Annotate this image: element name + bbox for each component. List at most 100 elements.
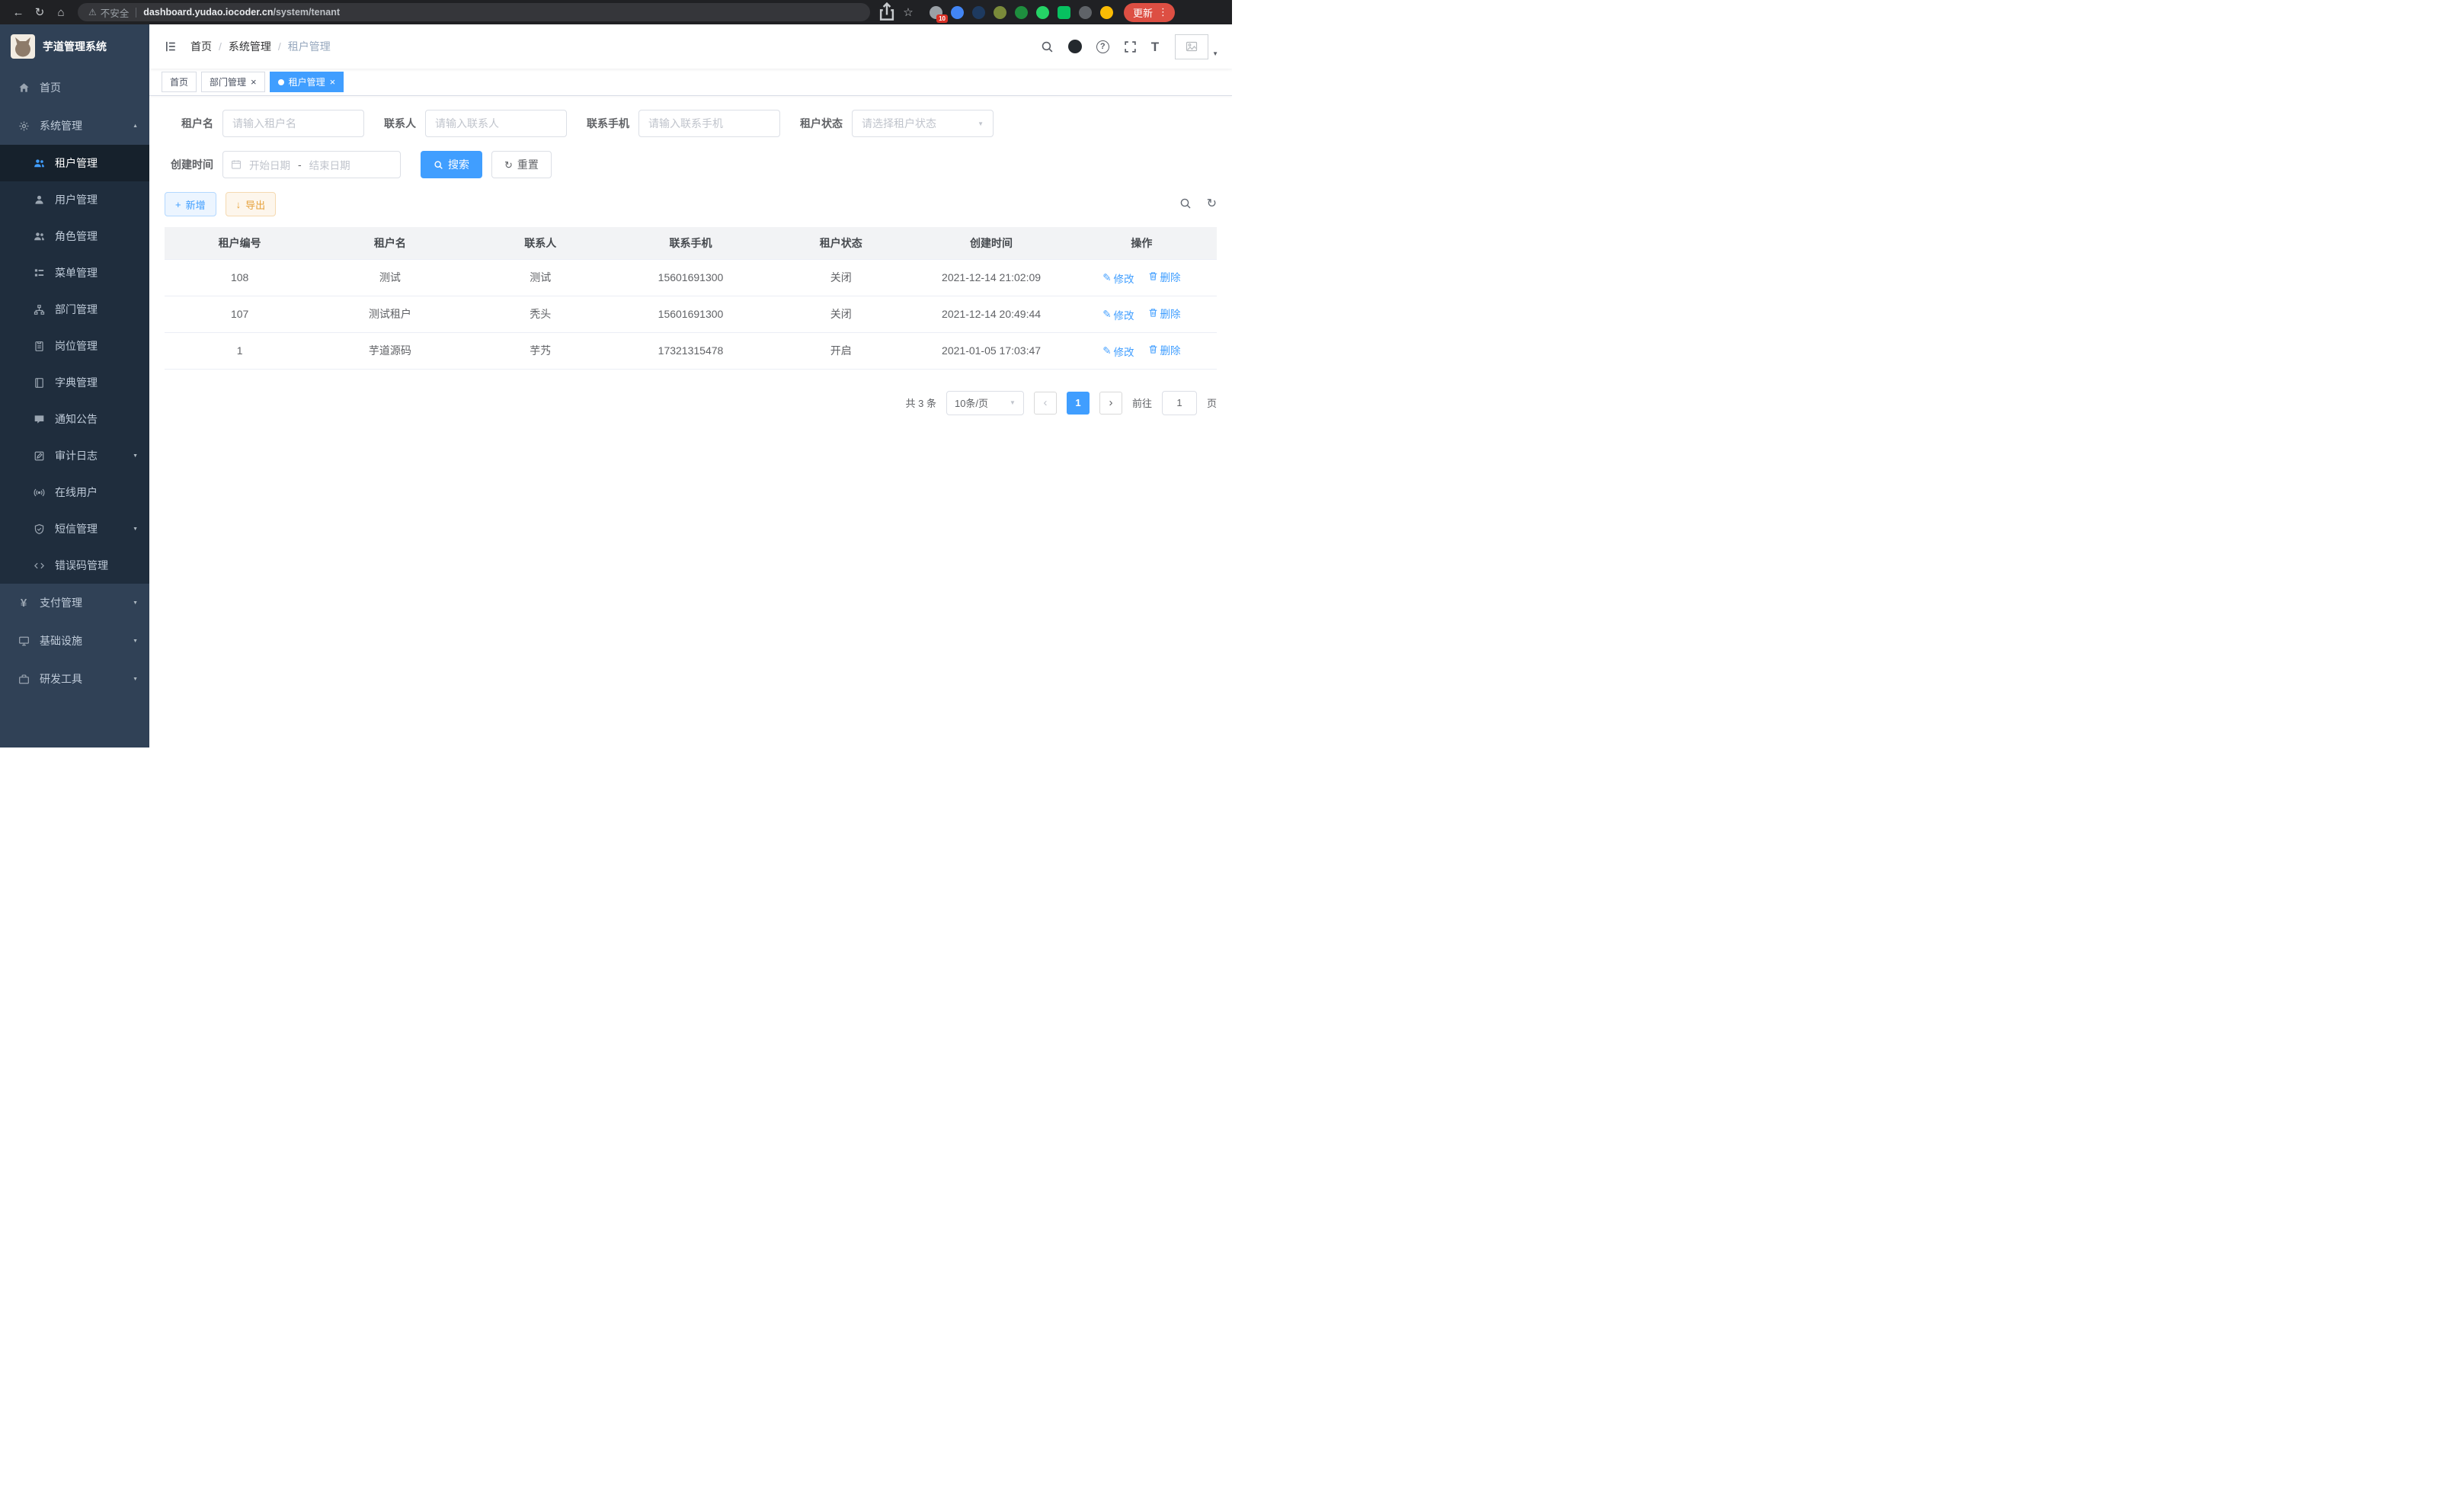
sidebar-item-dict[interactable]: 字典管理 [0, 364, 149, 401]
tenant-table: 租户编号 租户名 联系人 联系手机 租户状态 创建时间 操作 108 测试 [165, 227, 1217, 370]
gear-icon [15, 120, 32, 132]
next-page-button[interactable]: › [1099, 392, 1122, 415]
signal-icon [30, 487, 47, 498]
reload-icon[interactable]: ↻ [29, 2, 50, 22]
date-range-picker[interactable]: 开始日期 - 结束日期 [222, 151, 401, 178]
status-cell: 关闭 [766, 296, 916, 332]
sidebar-item-audit-log[interactable]: 审计日志 ▼ [0, 437, 149, 474]
table-toolbar: + 新增 ↓ 导出 ↻ [165, 192, 1217, 216]
edit-link[interactable]: ✎修改 [1102, 344, 1134, 359]
contact-input[interactable] [425, 110, 567, 137]
extension-icon[interactable]: 10 [930, 6, 942, 19]
close-icon[interactable]: × [330, 77, 336, 87]
bookmark-star-icon[interactable]: ☆ [898, 2, 919, 22]
extension-icon[interactable] [951, 6, 964, 19]
url-bar[interactable]: ⚠ 不安全 dashboard.yudao.iocoder.cn /system… [78, 3, 870, 21]
user-menu[interactable]: ▼ [1175, 34, 1218, 59]
share-icon[interactable] [876, 2, 898, 22]
screen: ← ↻ ⌂ ⚠ 不安全 dashboard.yudao.iocoder.cn /… [0, 0, 1232, 748]
filter-row-2: 创建时间 开始日期 - 结束日期 搜索 ↻ 重置 [165, 151, 1217, 178]
sidebar-collapse-icon[interactable] [163, 40, 177, 53]
sidebar-item-notice[interactable]: 通知公告 [0, 401, 149, 437]
filter-tenant-name: 租户名 [165, 110, 364, 137]
extension-icon[interactable] [1100, 6, 1113, 19]
chevron-down-icon: ▼ [133, 527, 138, 532]
chevron-down-icon: ▼ [133, 677, 138, 682]
calendar-icon [231, 159, 242, 170]
sidebar-item-sms[interactable]: 短信管理 ▼ [0, 511, 149, 547]
font-size-icon[interactable]: T [1151, 40, 1159, 53]
extension-icon[interactable] [972, 6, 985, 19]
sidebar-item-menu[interactable]: 菜单管理 [0, 255, 149, 291]
filter-create-time: 创建时间 开始日期 - 结束日期 [165, 151, 401, 178]
sidebar-item-online-user[interactable]: 在线用户 [0, 474, 149, 511]
sidebar-item-system[interactable]: 系统管理 ▲ [0, 107, 149, 145]
extension-badge: 10 [936, 14, 948, 23]
app-frame: 芋道管理系统 首页 系统管理 ▲ 租户管理 [0, 24, 1232, 748]
role-users-icon [30, 231, 47, 242]
active-dot [278, 79, 284, 85]
close-icon[interactable]: × [251, 77, 257, 87]
reset-button[interactable]: ↻ 重置 [491, 151, 552, 178]
sidebar-item-infra[interactable]: 基础设施 ▼ [0, 622, 149, 660]
chrome-update-button[interactable]: 更新 ⋮ [1124, 3, 1175, 22]
sidebar-item-post[interactable]: 岗位管理 [0, 328, 149, 364]
current-page[interactable]: 1 [1067, 392, 1090, 415]
fullscreen-icon[interactable] [1124, 40, 1137, 53]
sidebar-item-role[interactable]: 角色管理 [0, 218, 149, 255]
search-button[interactable]: 搜索 [421, 151, 482, 178]
back-icon[interactable]: ← [8, 2, 29, 22]
tab-home[interactable]: 首页 [162, 72, 197, 92]
breadcrumb-system[interactable]: 系统管理 [229, 39, 271, 54]
sidebar: 芋道管理系统 首页 系统管理 ▲ 租户管理 [0, 24, 149, 748]
book-icon [30, 377, 47, 389]
tab-tenant[interactable]: 租户管理 × [270, 72, 344, 92]
warning-icon: ⚠ [88, 7, 97, 18]
sidebar-menu: 首页 系统管理 ▲ 租户管理 用户管理 [0, 69, 149, 748]
delete-link[interactable]: 删除 [1148, 269, 1181, 284]
trash-icon [1148, 344, 1158, 354]
sidebar-item-error-code[interactable]: 错误码管理 [0, 547, 149, 584]
date-end: 结束日期 [309, 157, 350, 172]
help-icon[interactable]: ? [1096, 40, 1109, 53]
toolbox-icon [15, 674, 32, 685]
system-submenu: 租户管理 用户管理 角色管理 菜单管理 [0, 145, 149, 584]
search-icon[interactable] [1041, 40, 1054, 53]
github-icon[interactable] [1068, 40, 1082, 53]
phone-input[interactable] [638, 110, 780, 137]
status-select[interactable]: 请选择租户状态 ▼ [852, 110, 994, 137]
extension-icon[interactable] [1015, 6, 1028, 19]
edit-link[interactable]: ✎修改 [1102, 271, 1134, 286]
toggle-search-icon[interactable] [1179, 197, 1192, 212]
kebab-menu-icon: ⋮ [1158, 6, 1168, 18]
app-title: 芋道管理系统 [43, 39, 107, 54]
edit-icon: ✎ [1102, 272, 1111, 284]
sidebar-item-tenant[interactable]: 租户管理 [0, 145, 149, 181]
tags-view: 首页 部门管理 × 租户管理 × [149, 69, 1232, 96]
export-button[interactable]: ↓ 导出 [226, 192, 277, 216]
sidebar-item-user[interactable]: 用户管理 [0, 181, 149, 218]
page-size-select[interactable]: 10条/页 ▼ [946, 391, 1024, 415]
breadcrumb-home[interactable]: 首页 [190, 39, 212, 54]
sidebar-item-devtools[interactable]: 研发工具 ▼ [0, 660, 149, 698]
edit-link[interactable]: ✎修改 [1102, 307, 1134, 322]
add-button[interactable]: + 新增 [165, 192, 216, 216]
breadcrumb: 首页 / 系统管理 / 租户管理 [190, 39, 331, 54]
refresh-icon[interactable]: ↻ [1207, 198, 1217, 210]
prev-page-button[interactable]: ‹ [1034, 392, 1057, 415]
browser-toolbar: ← ↻ ⌂ ⚠ 不安全 dashboard.yudao.iocoder.cn /… [0, 0, 1232, 24]
browser-home-icon[interactable]: ⌂ [50, 2, 72, 22]
puzzle-extensions-icon[interactable] [1079, 6, 1092, 19]
extension-icon[interactable] [994, 6, 1006, 19]
goto-page-input[interactable] [1162, 391, 1197, 415]
tab-dept[interactable]: 部门管理 × [201, 72, 265, 92]
tenant-name-input[interactable] [222, 110, 364, 137]
extension-icon[interactable] [1058, 6, 1070, 19]
extension-icon[interactable] [1036, 6, 1049, 19]
sidebar-item-home[interactable]: 首页 [0, 69, 149, 107]
sidebar-item-dept[interactable]: 部门管理 [0, 291, 149, 328]
sidebar-item-payment[interactable]: ¥ 支付管理 ▼ [0, 584, 149, 622]
delete-link[interactable]: 删除 [1148, 306, 1181, 321]
chevron-down-icon: ▼ [978, 120, 984, 127]
delete-link[interactable]: 删除 [1148, 342, 1181, 357]
